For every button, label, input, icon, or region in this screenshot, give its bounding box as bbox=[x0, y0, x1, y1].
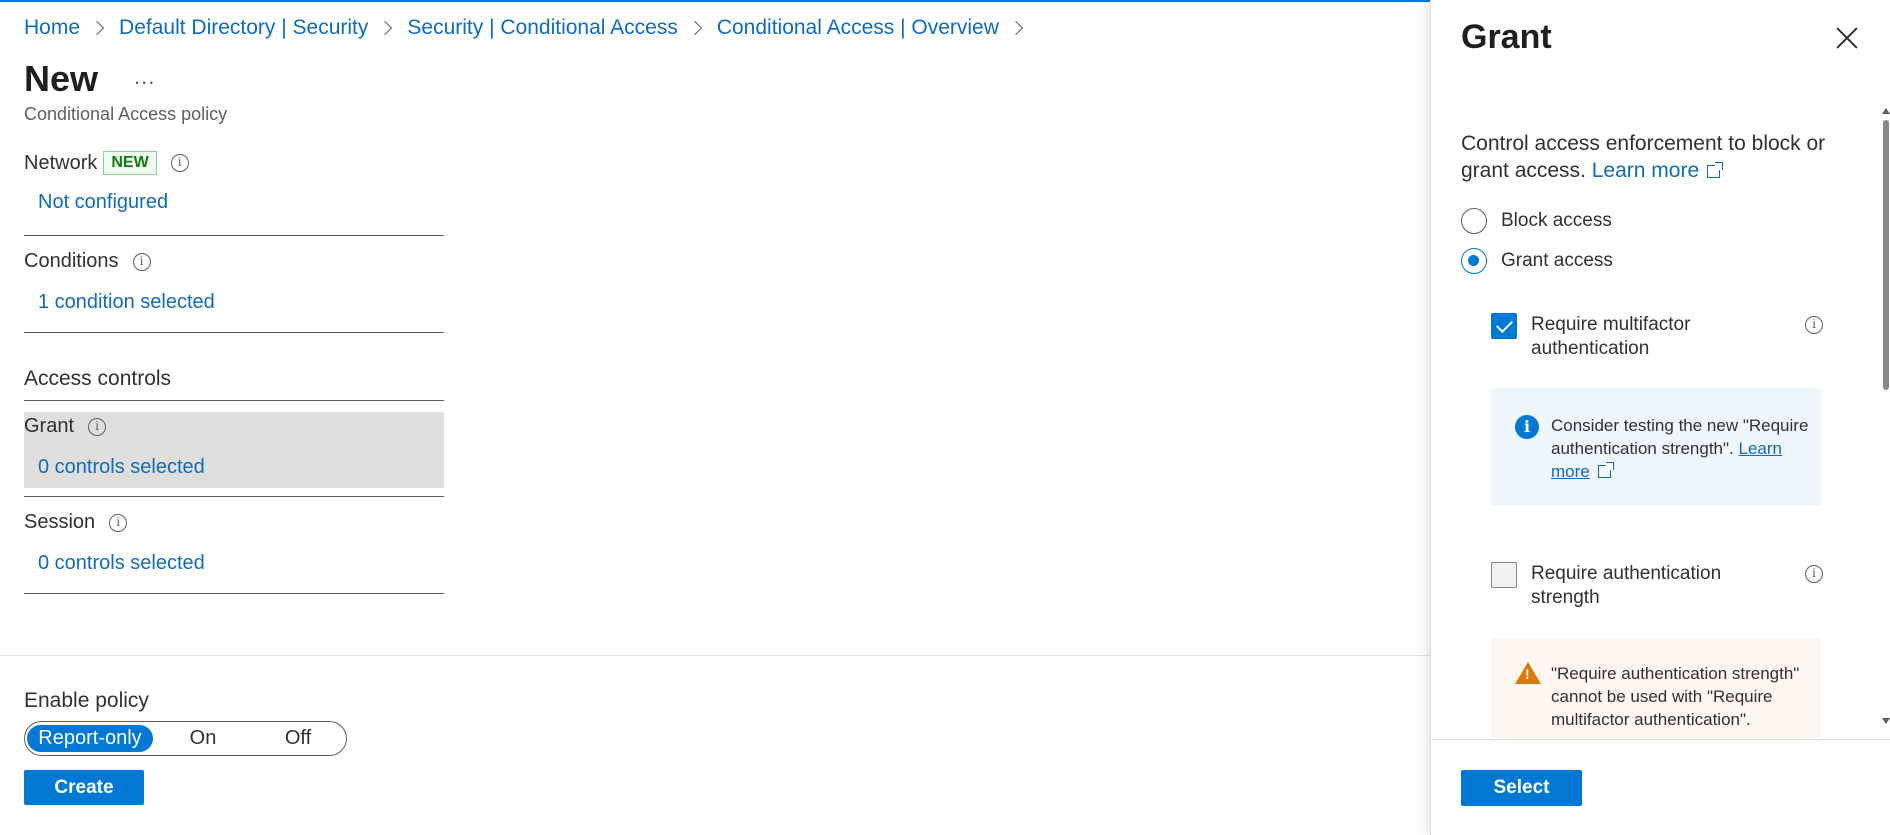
info-filled-icon: i bbox=[1515, 415, 1539, 439]
conditions-label: Conditions bbox=[24, 250, 119, 272]
divider bbox=[24, 332, 444, 333]
new-badge: NEW bbox=[103, 151, 157, 175]
panel-footer-separator bbox=[1431, 739, 1890, 740]
radio-block-access[interactable]: Block access bbox=[1461, 208, 1612, 234]
info-icon[interactable]: i bbox=[1805, 565, 1823, 583]
toggle-option-off[interactable]: Off bbox=[253, 725, 343, 752]
checkbox-checked-icon[interactable] bbox=[1491, 313, 1517, 339]
radio-grant-access[interactable]: Grant access bbox=[1461, 248, 1613, 274]
grant-section: Grant i 0 controls selected bbox=[24, 415, 444, 479]
close-icon[interactable] bbox=[1835, 26, 1859, 50]
learn-more-link[interactable]: Learn more bbox=[1592, 159, 1699, 182]
network-section: Network NEW i Not configured bbox=[24, 151, 444, 214]
page-subtitle: Conditional Access policy bbox=[24, 104, 228, 124]
create-button[interactable]: Create bbox=[24, 770, 144, 805]
enable-policy-label: Enable policy bbox=[24, 689, 149, 712]
panel-title: Grant bbox=[1461, 18, 1552, 56]
chevron-right-icon bbox=[378, 20, 393, 36]
breadcrumb-default-directory-security[interactable]: Default Directory | Security bbox=[119, 16, 368, 40]
radio-checked-icon[interactable] bbox=[1461, 248, 1487, 274]
access-controls-heading: Access controls bbox=[24, 367, 172, 390]
check-require-mfa[interactable]: Require multifactor authentication bbox=[1491, 313, 1811, 361]
toggle-option-on[interactable]: On bbox=[153, 725, 253, 752]
footer-separator bbox=[0, 655, 1430, 656]
more-options-button[interactable]: ... bbox=[134, 64, 155, 90]
chevron-right-icon bbox=[1008, 20, 1023, 36]
enable-policy-toggle[interactable]: Report-only On Off bbox=[24, 721, 347, 756]
breadcrumb-home[interactable]: Home bbox=[24, 16, 80, 40]
info-icon[interactable]: i bbox=[132, 252, 151, 271]
scroll-thumb[interactable] bbox=[1883, 120, 1889, 390]
session-section: Session i 0 controls selected bbox=[24, 511, 444, 575]
divider bbox=[24, 235, 444, 236]
session-label: Session bbox=[24, 511, 96, 533]
grant-panel: Grant Control access enforcement to bloc… bbox=[1430, 0, 1890, 835]
info-message-bar: i Consider testing the new "Require auth… bbox=[1491, 388, 1821, 506]
external-link-icon bbox=[1597, 462, 1614, 478]
warning-icon: ! bbox=[1515, 662, 1541, 684]
page-title: New bbox=[24, 58, 99, 99]
check-require-auth-strength[interactable]: Require authentication strength bbox=[1491, 562, 1811, 610]
scroll-down-icon[interactable] bbox=[1882, 718, 1890, 724]
info-icon[interactable]: i bbox=[109, 513, 128, 532]
divider bbox=[24, 593, 444, 594]
panel-scrollbar[interactable] bbox=[1881, 100, 1890, 740]
select-button[interactable]: Select bbox=[1461, 770, 1582, 806]
external-link-icon bbox=[1707, 162, 1724, 178]
checkbox-unchecked-icon[interactable] bbox=[1491, 562, 1517, 588]
chevron-right-icon bbox=[89, 20, 105, 36]
panel-description: Control access enforcement to block or g… bbox=[1461, 132, 1826, 182]
info-icon[interactable]: i bbox=[170, 154, 189, 172]
grant-value-link[interactable]: 0 controls selected bbox=[24, 456, 444, 479]
toggle-option-report-only[interactable]: Report-only bbox=[27, 725, 153, 752]
session-value-link[interactable]: 0 controls selected bbox=[24, 552, 444, 575]
breadcrumb-security-conditional-access[interactable]: Security | Conditional Access bbox=[407, 16, 677, 40]
info-icon[interactable]: i bbox=[1805, 316, 1823, 334]
warning-message-bar: ! "Require authentication strength" cann… bbox=[1491, 638, 1821, 738]
radio-unchecked-icon[interactable] bbox=[1461, 208, 1487, 234]
info-icon[interactable]: i bbox=[88, 417, 107, 436]
network-label: Network bbox=[24, 151, 98, 174]
network-value-link[interactable]: Not configured bbox=[24, 191, 444, 214]
divider bbox=[24, 496, 444, 497]
breadcrumb: Home Default Directory | Security Securi… bbox=[24, 16, 1038, 40]
conditions-section: Conditions i 1 condition selected bbox=[24, 250, 444, 314]
grant-label: Grant bbox=[24, 415, 75, 437]
conditions-value-link[interactable]: 1 condition selected bbox=[24, 291, 444, 314]
scroll-up-icon[interactable] bbox=[1882, 108, 1890, 114]
chevron-right-icon bbox=[687, 20, 702, 36]
breadcrumb-conditional-access-overview[interactable]: Conditional Access | Overview bbox=[717, 16, 999, 40]
divider bbox=[24, 400, 444, 401]
